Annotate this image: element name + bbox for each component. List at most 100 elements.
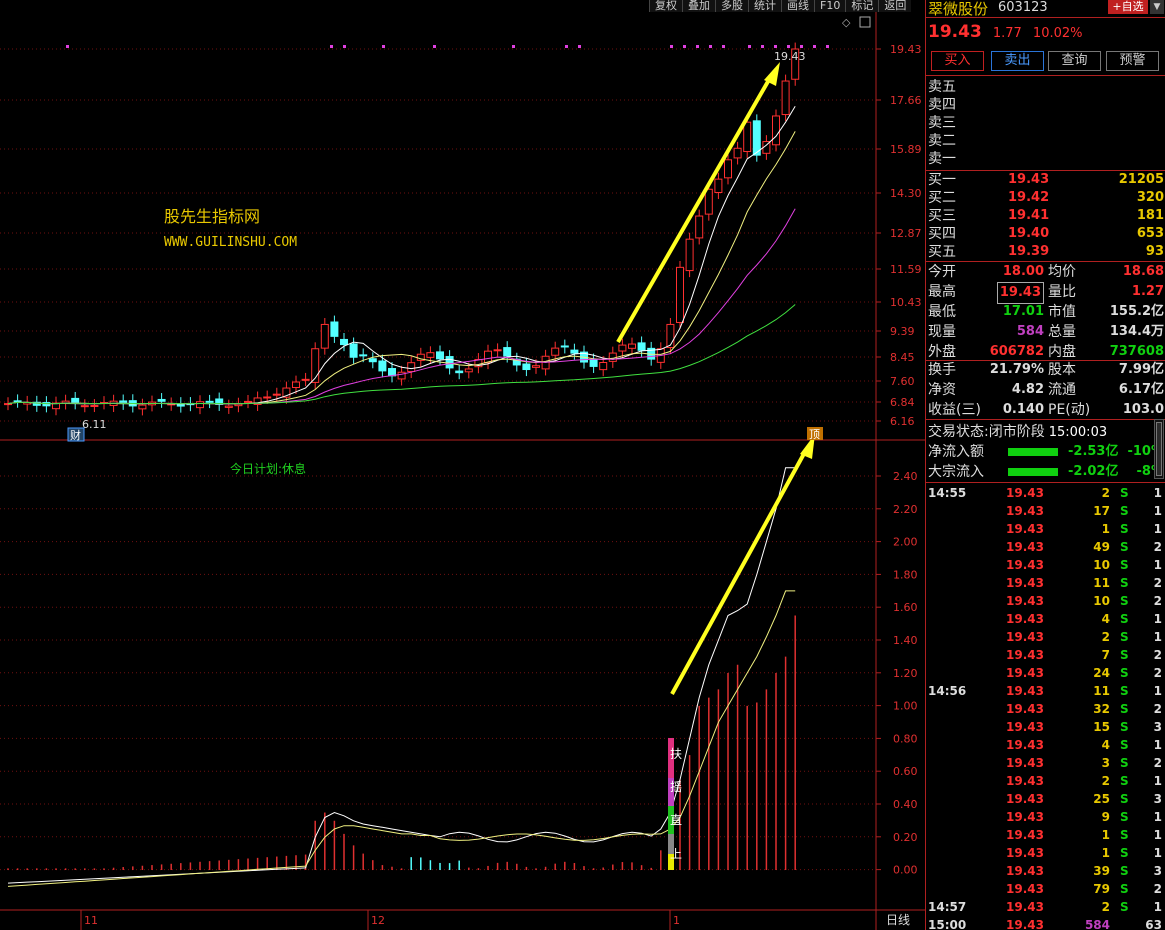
tick-count: 1 — [1153, 900, 1162, 914]
tick-volume: 11 — [1093, 576, 1110, 590]
bid-row[interactable]: 买五 19.39 93 — [928, 243, 1164, 261]
stat-value: 606782 — [989, 344, 1044, 359]
osc-tick: 0.00 — [893, 864, 918, 877]
tick-time: 14:56 — [928, 684, 967, 698]
stat-label: 总量 — [1048, 324, 1076, 340]
tick-price: 19.43 — [1006, 648, 1044, 662]
tick-time: 14:55 — [928, 486, 967, 500]
osc-tick: 0.20 — [893, 831, 918, 844]
candle — [378, 360, 387, 372]
osc-tick: 0.40 — [893, 798, 918, 811]
signal-dot — [787, 45, 790, 48]
alert-button[interactable]: 预警 — [1106, 51, 1159, 71]
flow-label: 净流入额 — [928, 444, 984, 460]
candle — [637, 342, 646, 351]
tick-price: 19.43 — [1006, 918, 1044, 930]
price-tick: 11.59 — [890, 263, 922, 276]
stat-value: 19.43 — [996, 282, 1044, 304]
price-tick: 15.89 — [890, 143, 922, 156]
toolbar-btn-5[interactable]: F10 — [814, 0, 846, 12]
tick-price: 19.43 — [1006, 864, 1044, 878]
tick-price: 19.43 — [1006, 576, 1044, 590]
candle — [359, 354, 368, 357]
stat-value: 737608 — [1109, 344, 1164, 359]
candle — [522, 363, 531, 371]
bid-label: 买二 — [928, 190, 956, 206]
bid-row[interactable]: 买三 19.41 181 — [928, 207, 1164, 225]
bid-row[interactable]: 买四 19.40 653 — [928, 225, 1164, 243]
tick-price: 19.43 — [1006, 558, 1044, 572]
signal-dot — [343, 45, 346, 48]
candle — [714, 178, 723, 193]
toolbar-btn-7[interactable]: 返回 — [878, 0, 912, 12]
tick-row: 19.43 79 S 2 — [928, 880, 1164, 898]
candle — [493, 349, 502, 352]
osc-tick: 0.80 — [893, 732, 918, 745]
toolbar-btn-0[interactable]: 复权 — [649, 0, 682, 12]
candle — [205, 400, 214, 403]
flow-value: -2.53亿 — [1068, 444, 1119, 459]
last-price: 19.43 — [928, 22, 982, 42]
chevron-down-icon[interactable]: ▼ — [1150, 0, 1164, 14]
bid-row[interactable]: 买一 19.43 21205 — [928, 171, 1164, 189]
candle — [138, 404, 147, 410]
signal-dot — [722, 45, 725, 48]
toolbar-btn-4[interactable]: 画线 — [781, 0, 814, 12]
tick-count: 1 — [1153, 504, 1162, 518]
toolbar-btn-6[interactable]: 标记 — [845, 0, 879, 12]
add-favorite-button[interactable]: +自选 — [1108, 0, 1148, 14]
ding-tag[interactable]: 顶 — [807, 427, 823, 441]
candle — [724, 159, 732, 179]
candle — [781, 80, 790, 116]
bid-row[interactable]: 买二 19.42 320 — [928, 189, 1164, 207]
ask-row[interactable]: 卖二 — [928, 132, 1164, 150]
candle — [340, 338, 348, 346]
ask-row[interactable]: 卖五 — [928, 78, 1164, 96]
candle — [484, 350, 492, 364]
bid-vol: 320 — [1136, 190, 1164, 205]
tick-price: 19.43 — [1006, 900, 1044, 914]
candle — [349, 343, 358, 358]
stock-code: 603123 — [998, 0, 1048, 15]
tick-side: S — [1120, 630, 1129, 644]
stat-value: 17.01 — [1002, 304, 1044, 319]
candle — [234, 403, 243, 407]
toolbar-btn-1[interactable]: 叠加 — [682, 0, 715, 12]
signal-dot — [565, 45, 568, 48]
candle — [599, 361, 608, 371]
signal-dot — [66, 45, 69, 48]
stock-terminal: 股先生指标网 WWW.GUILINSHU.COM 19.43 6.11 财 顶 … — [0, 0, 1165, 930]
signal-dot — [826, 45, 829, 48]
stat-value: 155.2亿 — [1109, 304, 1164, 319]
panel-scrollbar[interactable] — [1154, 419, 1164, 479]
tick-price: 19.43 — [1006, 684, 1044, 698]
ask-row[interactable]: 卖三 — [928, 114, 1164, 132]
buy-button[interactable]: 买入 — [931, 51, 984, 71]
period-label[interactable]: 日线 — [886, 913, 910, 927]
tick-row: 14:57 19.43 2 S 1 — [928, 898, 1164, 916]
watermark-url: WWW.GUILINSHU.COM — [164, 235, 297, 250]
osc-tick: 0.60 — [893, 765, 918, 778]
ask-label: 卖四 — [928, 97, 956, 113]
bid-vol: 181 — [1136, 208, 1164, 223]
tick-count: 2 — [1153, 540, 1162, 554]
chart-area[interactable]: 股先生指标网 WWW.GUILINSHU.COM 19.43 6.11 财 顶 … — [0, 0, 925, 930]
sell-button[interactable]: 卖出 — [991, 51, 1044, 71]
candle — [301, 378, 310, 381]
price-change: 1.77 — [992, 26, 1022, 41]
toolbar-btn-3[interactable]: 统计 — [748, 0, 781, 12]
toolbar-btn-2[interactable]: 多股 — [715, 0, 748, 12]
query-button[interactable]: 查询 — [1048, 51, 1101, 71]
tick-volume: 1 — [1101, 846, 1110, 860]
osc-tick: 2.20 — [893, 503, 918, 516]
signal-dot — [709, 45, 712, 48]
tick-volume: 17 — [1093, 504, 1110, 518]
flow-bar — [1008, 448, 1058, 456]
ask-row[interactable]: 卖一 — [928, 150, 1164, 168]
cai-tag[interactable]: 财 — [67, 427, 85, 442]
ask-row[interactable]: 卖四 — [928, 96, 1164, 114]
tick-time: 15:00 — [928, 918, 967, 930]
diamond-icon[interactable]: ◇ — [842, 16, 851, 29]
signal-dot — [774, 45, 777, 48]
tick-row: 19.43 9 S 1 — [928, 808, 1164, 826]
